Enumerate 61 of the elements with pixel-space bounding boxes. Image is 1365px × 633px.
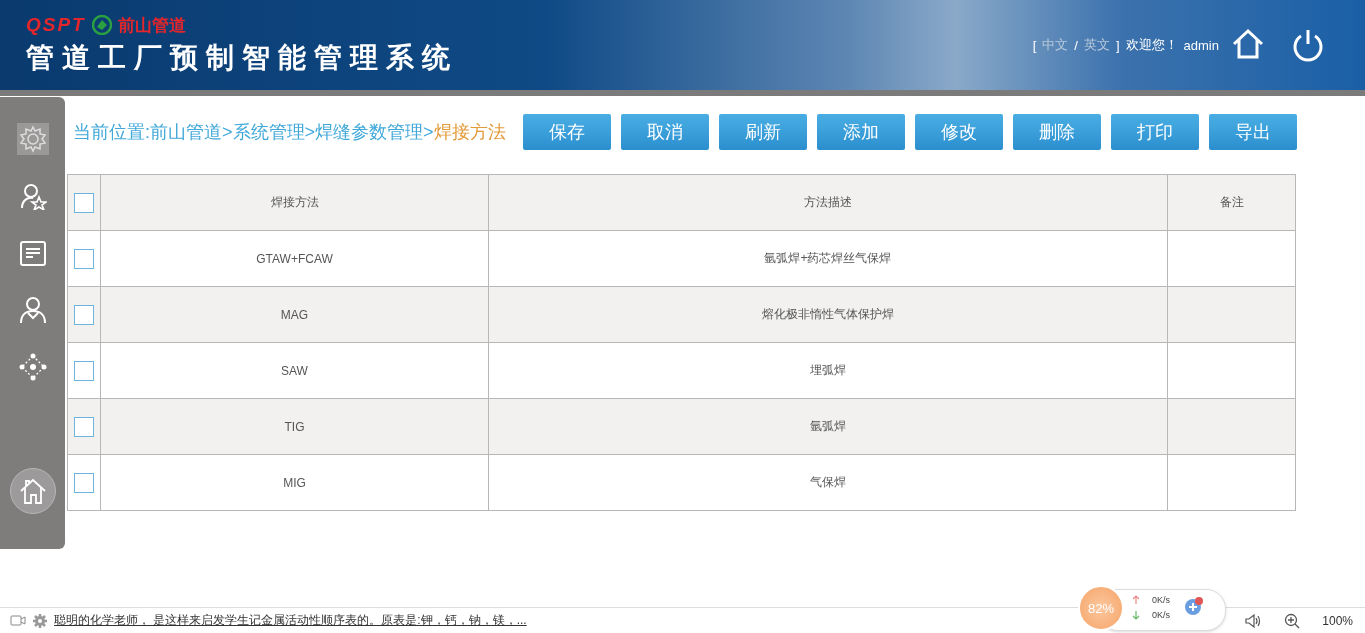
memory-usage-ball[interactable]: 82% — [1078, 585, 1124, 631]
breadcrumb: 当前位置:前山管道>系统管理>焊缝参数管理>焊接方法 — [73, 121, 507, 144]
news-link[interactable]: 聪明的化学老师， 是这样来启发学生记金属活动性顺序表的。原表是:钾，钙，钠，镁，... — [54, 612, 527, 629]
sidebar-item[interactable] — [16, 123, 49, 155]
home-icon[interactable] — [1231, 27, 1265, 61]
table-cell: SAW — [100, 342, 489, 399]
user-icon — [18, 296, 47, 324]
home-button[interactable] — [9, 468, 56, 514]
system-title: 管道工厂预制智能管理系统 — [26, 39, 458, 76]
toolbar-button[interactable]: 修改 — [915, 114, 1003, 150]
settings-icon[interactable] — [32, 612, 48, 629]
video-camera-icon[interactable] — [10, 613, 26, 628]
power-icon[interactable] — [1291, 27, 1325, 63]
download-speed: 0K/s — [1152, 610, 1170, 620]
house-icon — [18, 477, 47, 505]
row-checkbox[interactable] — [74, 416, 94, 437]
document-icon — [18, 239, 47, 267]
zoom-level: 100% — [1322, 613, 1353, 628]
bracket: ] — [1115, 37, 1120, 53]
upload-speed: 0K/s — [1152, 595, 1170, 605]
toolbar-button[interactable]: 打印 — [1111, 114, 1199, 150]
column-header: 备注 — [1167, 174, 1296, 231]
table-cell: MAG — [100, 286, 489, 343]
table-cell: 气保焊 — [488, 454, 1168, 511]
toolbar-button[interactable]: 导出 — [1209, 114, 1297, 150]
table-cell: GTAW+FCAW — [100, 230, 489, 287]
column-header: 焊接方法 — [100, 174, 489, 231]
toolbar-button[interactable]: 删除 — [1013, 114, 1101, 150]
row-checkbox[interactable] — [74, 304, 94, 325]
row-checkbox[interactable] — [74, 360, 94, 381]
brand-name: 前山管道 — [117, 14, 186, 37]
language-link[interactable]: 英文 — [1083, 36, 1110, 54]
brand-code: QSPT — [26, 14, 86, 36]
table-cell: TIG — [100, 398, 489, 455]
down-arrow-icon — [1132, 610, 1140, 620]
toolbar-button[interactable]: 添加 — [817, 114, 905, 150]
toolbar-button[interactable]: 保存 — [523, 114, 611, 150]
toolbar-button[interactable]: 取消 — [621, 114, 709, 150]
up-arrow-icon — [1132, 595, 1140, 605]
slash: / — [1074, 37, 1078, 53]
welcome-text: 欢迎您！ — [1125, 36, 1178, 54]
speaker-icon[interactable] — [1244, 612, 1263, 629]
leaf-logo-icon — [91, 15, 112, 35]
table-cell: 埋弧焊 — [488, 342, 1168, 399]
table-cell: 氩弧焊+药芯焊丝气保焊 — [488, 230, 1168, 287]
select-all-checkbox[interactable] — [74, 192, 94, 213]
toolbar-button[interactable]: 刷新 — [719, 114, 807, 150]
table-cell: 熔化极非惰性气体保护焊 — [488, 286, 1168, 343]
username: admin — [1183, 37, 1219, 53]
table-cell: 氩弧焊 — [488, 398, 1168, 455]
plus-badge-icon[interactable] — [1184, 596, 1204, 616]
settings-icon — [18, 125, 47, 153]
column-header: 方法描述 — [488, 174, 1168, 231]
row-checkbox[interactable] — [74, 472, 94, 493]
network-icon — [18, 353, 47, 381]
table-cell: MIG — [100, 454, 489, 511]
language-link[interactable]: 中文 — [1042, 36, 1069, 54]
row-checkbox[interactable] — [74, 248, 94, 269]
user-star-icon — [18, 182, 47, 210]
zoom-in-icon[interactable] — [1284, 612, 1301, 629]
bracket: [ — [1032, 37, 1037, 53]
